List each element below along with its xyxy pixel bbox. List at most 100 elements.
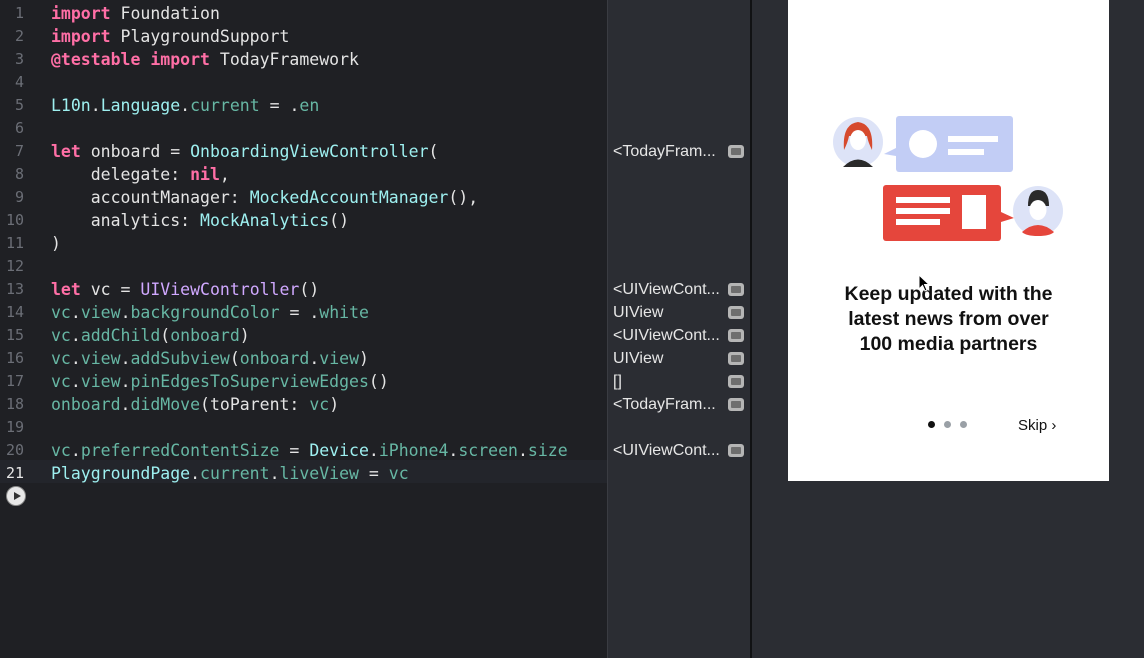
code-token: () <box>299 280 320 299</box>
code-token: L10n <box>51 96 91 115</box>
code-token: . <box>120 395 131 414</box>
code-token: . <box>517 441 528 460</box>
code-token: ) <box>359 349 369 368</box>
code-line[interactable]: 10 analytics: MockAnalytics() <box>0 209 607 232</box>
quick-look-icon[interactable] <box>728 375 744 388</box>
code-token: onboard <box>170 326 240 345</box>
code-text: L10n.Language.current = .en <box>51 94 319 117</box>
code-token: . <box>368 441 379 460</box>
line-number: 2 <box>14 27 24 45</box>
code-line[interactable]: 2 import PlaygroundSupport <box>0 25 607 48</box>
code-line[interactable]: 18 onboard.didMove(toParent: vc) <box>0 393 607 416</box>
quick-look-icon[interactable] <box>728 306 744 319</box>
code-token: view <box>319 349 360 368</box>
code-line[interactable]: 14 vc.view.backgroundColor = .white <box>0 301 607 324</box>
quick-look-icon[interactable] <box>728 444 744 457</box>
code-token: (toParent: <box>200 395 310 414</box>
code-token: . <box>120 372 131 391</box>
code-line[interactable]: 13 let vc = UIViewController() <box>0 278 607 301</box>
result-row: [] <box>608 370 751 393</box>
code-line[interactable]: 1 import Foundation <box>0 2 607 25</box>
line-number: 8 <box>14 165 24 183</box>
page-dot[interactable] <box>960 421 967 428</box>
skip-label: Skip <box>1018 417 1048 434</box>
code-token: view <box>80 303 121 322</box>
code-text: delegate: nil, <box>51 163 230 186</box>
code-text: ) <box>51 232 61 255</box>
code-line[interactable]: 17 vc.view.pinEdgesToSuperviewEdges() <box>0 370 607 393</box>
code-token: . <box>70 326 81 345</box>
code-token: Language <box>100 96 181 115</box>
code-token: = <box>279 441 310 460</box>
code-token: en <box>299 96 320 115</box>
onboarding-illustration <box>833 116 1063 241</box>
code-line[interactable]: 6 <box>0 117 607 140</box>
result-value: <TodayFram... <box>613 143 716 160</box>
code-line[interactable]: 9 accountManager: MockedAccountManager()… <box>0 186 607 209</box>
line-number: 4 <box>14 73 24 91</box>
chat-bubble-blue <box>884 116 1013 172</box>
quick-look-icon[interactable] <box>728 283 744 296</box>
page-dot[interactable] <box>928 421 935 428</box>
code-token: PlaygroundPage <box>51 464 191 483</box>
live-view-preview[interactable]: Keep updated with the latest news from o… <box>788 0 1109 481</box>
code-line[interactable]: 20 vc.preferredContentSize = Device.iPhon… <box>0 439 607 462</box>
code-line[interactable]: 3 @testable import TodayFramework <box>0 48 607 71</box>
code-line[interactable]: 19 <box>0 416 607 439</box>
run-playground-button[interactable] <box>6 486 26 506</box>
code-token: delegate: <box>51 165 191 184</box>
result-value: <TodayFram... <box>613 396 716 413</box>
code-token: . <box>309 349 320 368</box>
result-row: <UIViewCont... <box>608 278 751 301</box>
code-line[interactable]: 5 L10n.Language.current = .en <box>0 94 607 117</box>
code-token: current <box>200 464 270 483</box>
quick-look-icon[interactable] <box>728 352 744 365</box>
quick-look-icon[interactable] <box>728 398 744 411</box>
line-number: 7 <box>14 142 24 160</box>
page-dot[interactable] <box>944 421 951 428</box>
avatar-woman <box>833 117 883 167</box>
results-sidebar: <TodayFram... <UIViewCont... UIView <UIView… <box>607 0 751 658</box>
line-number: 10 <box>5 211 24 229</box>
code-token: vc = <box>80 280 141 299</box>
skip-button[interactable]: Skip › <box>1018 417 1056 434</box>
code-text: vc.view.pinEdgesToSuperviewEdges() <box>51 370 389 393</box>
code-line[interactable]: 11) <box>0 232 607 255</box>
code-text: import Foundation <box>51 2 220 25</box>
code-token: backgroundColor <box>130 303 280 322</box>
result-value: <UIViewCont... <box>613 442 720 459</box>
line-number: 11 <box>5 234 24 252</box>
code-token: . <box>70 303 81 322</box>
headline-line: Keep updated with the <box>844 283 1053 305</box>
line-number: 19 <box>5 418 24 436</box>
result-row: <UIViewCont... <box>608 324 751 347</box>
result-row: UIView <box>608 347 751 370</box>
page-control[interactable] <box>928 421 976 433</box>
code-token: let <box>51 280 81 299</box>
code-token: ( <box>229 349 240 368</box>
code-token: vc <box>51 372 71 391</box>
code-line[interactable]: 12 <box>0 255 607 278</box>
code-token: accountManager: <box>51 188 250 207</box>
quick-look-icon[interactable] <box>728 145 744 158</box>
code-editor[interactable]: 1 import Foundation 2 import PlaygroundSupp… <box>0 0 607 658</box>
code-line[interactable]: 8 delegate: nil, <box>0 163 607 186</box>
code-text: @testable import TodayFramework <box>51 48 359 71</box>
code-token: vc <box>51 349 71 368</box>
result-value: UIView <box>613 304 664 321</box>
code-line[interactable]: 4 <box>0 71 607 94</box>
code-line[interactable]: 16 vc.view.addSubview(onboard.view) <box>0 347 607 370</box>
code-token: UIViewController <box>140 280 300 299</box>
line-number: 9 <box>14 188 24 206</box>
line-number: 5 <box>14 96 24 114</box>
headline-line: 100 media partners <box>859 333 1038 355</box>
quick-look-icon[interactable] <box>728 329 744 342</box>
code-token: . <box>120 303 131 322</box>
code-token: didMove <box>130 395 201 414</box>
result-value: UIView <box>613 350 664 367</box>
code-line[interactable]: 7 let onboard = OnboardingViewController( <box>0 140 607 163</box>
code-line[interactable]: 15 vc.addChild(onboard) <box>0 324 607 347</box>
line-number: 20 <box>5 441 24 459</box>
code-token: let <box>51 142 81 161</box>
code-line[interactable]: 21 PlaygroundPage.current.liveView = vc <box>0 462 607 485</box>
